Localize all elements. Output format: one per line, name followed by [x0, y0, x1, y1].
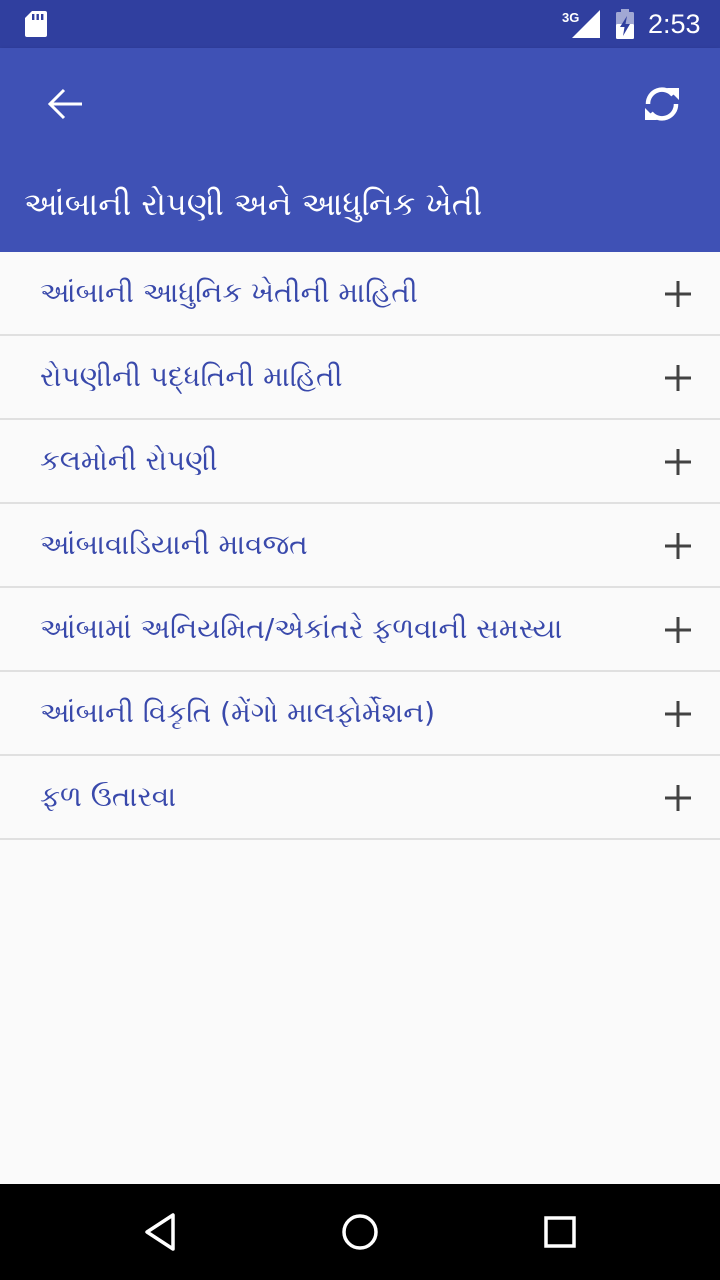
- list-item[interactable]: રોપણીની પદ્ધતિની માહિતી: [0, 336, 720, 420]
- back-button[interactable]: [26, 68, 106, 140]
- list-item[interactable]: આંબાવાડિયાની માવજત: [0, 504, 720, 588]
- arrow-left-icon: [47, 88, 82, 120]
- app-bar: આંબાની રોપણી અને આધુનિક ખેતી: [0, 48, 720, 252]
- nav-back-button[interactable]: [120, 1200, 200, 1264]
- list-item-label: આંબામાં અનિયમિત/એકાંતરે ફળવાની સમસ્યા: [40, 612, 563, 645]
- topic-list: આંબાની આધુનિક ખેતીની માહિતી રોપણીની પદ્ધ…: [0, 252, 720, 840]
- nav-recents-button[interactable]: [520, 1200, 600, 1264]
- list-item-label: આંબાવાડિયાની માવજત: [40, 528, 308, 561]
- list-item[interactable]: આંબાની વિકૃતિ (મેંગો માલફોર્મેશન): [0, 672, 720, 756]
- list-item-label: રોપણીની પદ્ધતિની માહિતી: [40, 360, 343, 393]
- battery-icon: [616, 9, 634, 39]
- list-item-label: કલમોની રોપણી: [40, 444, 218, 477]
- list-item[interactable]: આંબાની આધુનિક ખેતીની માહિતી: [0, 252, 720, 336]
- plus-icon[interactable]: [664, 364, 692, 392]
- screen: 3G 2:53 આંબાની રોપણી અને આધુનિક ખેતી આંબ…: [0, 0, 720, 1280]
- list-item[interactable]: ફળ ઉતારવા: [0, 756, 720, 840]
- plus-icon[interactable]: [664, 700, 692, 728]
- list-item[interactable]: કલમોની રોપણી: [0, 420, 720, 504]
- plus-icon[interactable]: [664, 616, 692, 644]
- nav-back-icon: [145, 1213, 175, 1251]
- nav-home-icon: [342, 1214, 378, 1250]
- status-bar: 3G 2:53: [0, 0, 720, 48]
- page-title: આંબાની રોપણી અને આધુનિક ખેતી: [24, 185, 483, 223]
- navigation-bar: [0, 1184, 720, 1280]
- list-item[interactable]: આંબામાં અનિયમિત/એકાંતરે ફળવાની સમસ્યા: [0, 588, 720, 672]
- list-item-label: ફળ ઉતારવા: [40, 780, 177, 813]
- sd-card-icon: [25, 11, 47, 37]
- refresh-button[interactable]: [620, 68, 704, 140]
- nav-home-button[interactable]: [320, 1200, 400, 1264]
- list-item-label: આંબાની વિકૃતિ (મેંગો માલફોર્મેશન): [40, 696, 436, 729]
- list-item-label: આંબાની આધુનિક ખેતીની માહિતી: [40, 276, 418, 309]
- plus-icon[interactable]: [664, 532, 692, 560]
- network-type-label: 3G: [562, 10, 579, 25]
- plus-icon[interactable]: [664, 448, 692, 476]
- status-clock: 2:53: [648, 9, 701, 39]
- signal-icon: 3G: [562, 10, 600, 38]
- nav-recents-icon: [544, 1216, 576, 1248]
- plus-icon[interactable]: [664, 784, 692, 812]
- plus-icon[interactable]: [664, 280, 692, 308]
- refresh-icon: [645, 87, 679, 121]
